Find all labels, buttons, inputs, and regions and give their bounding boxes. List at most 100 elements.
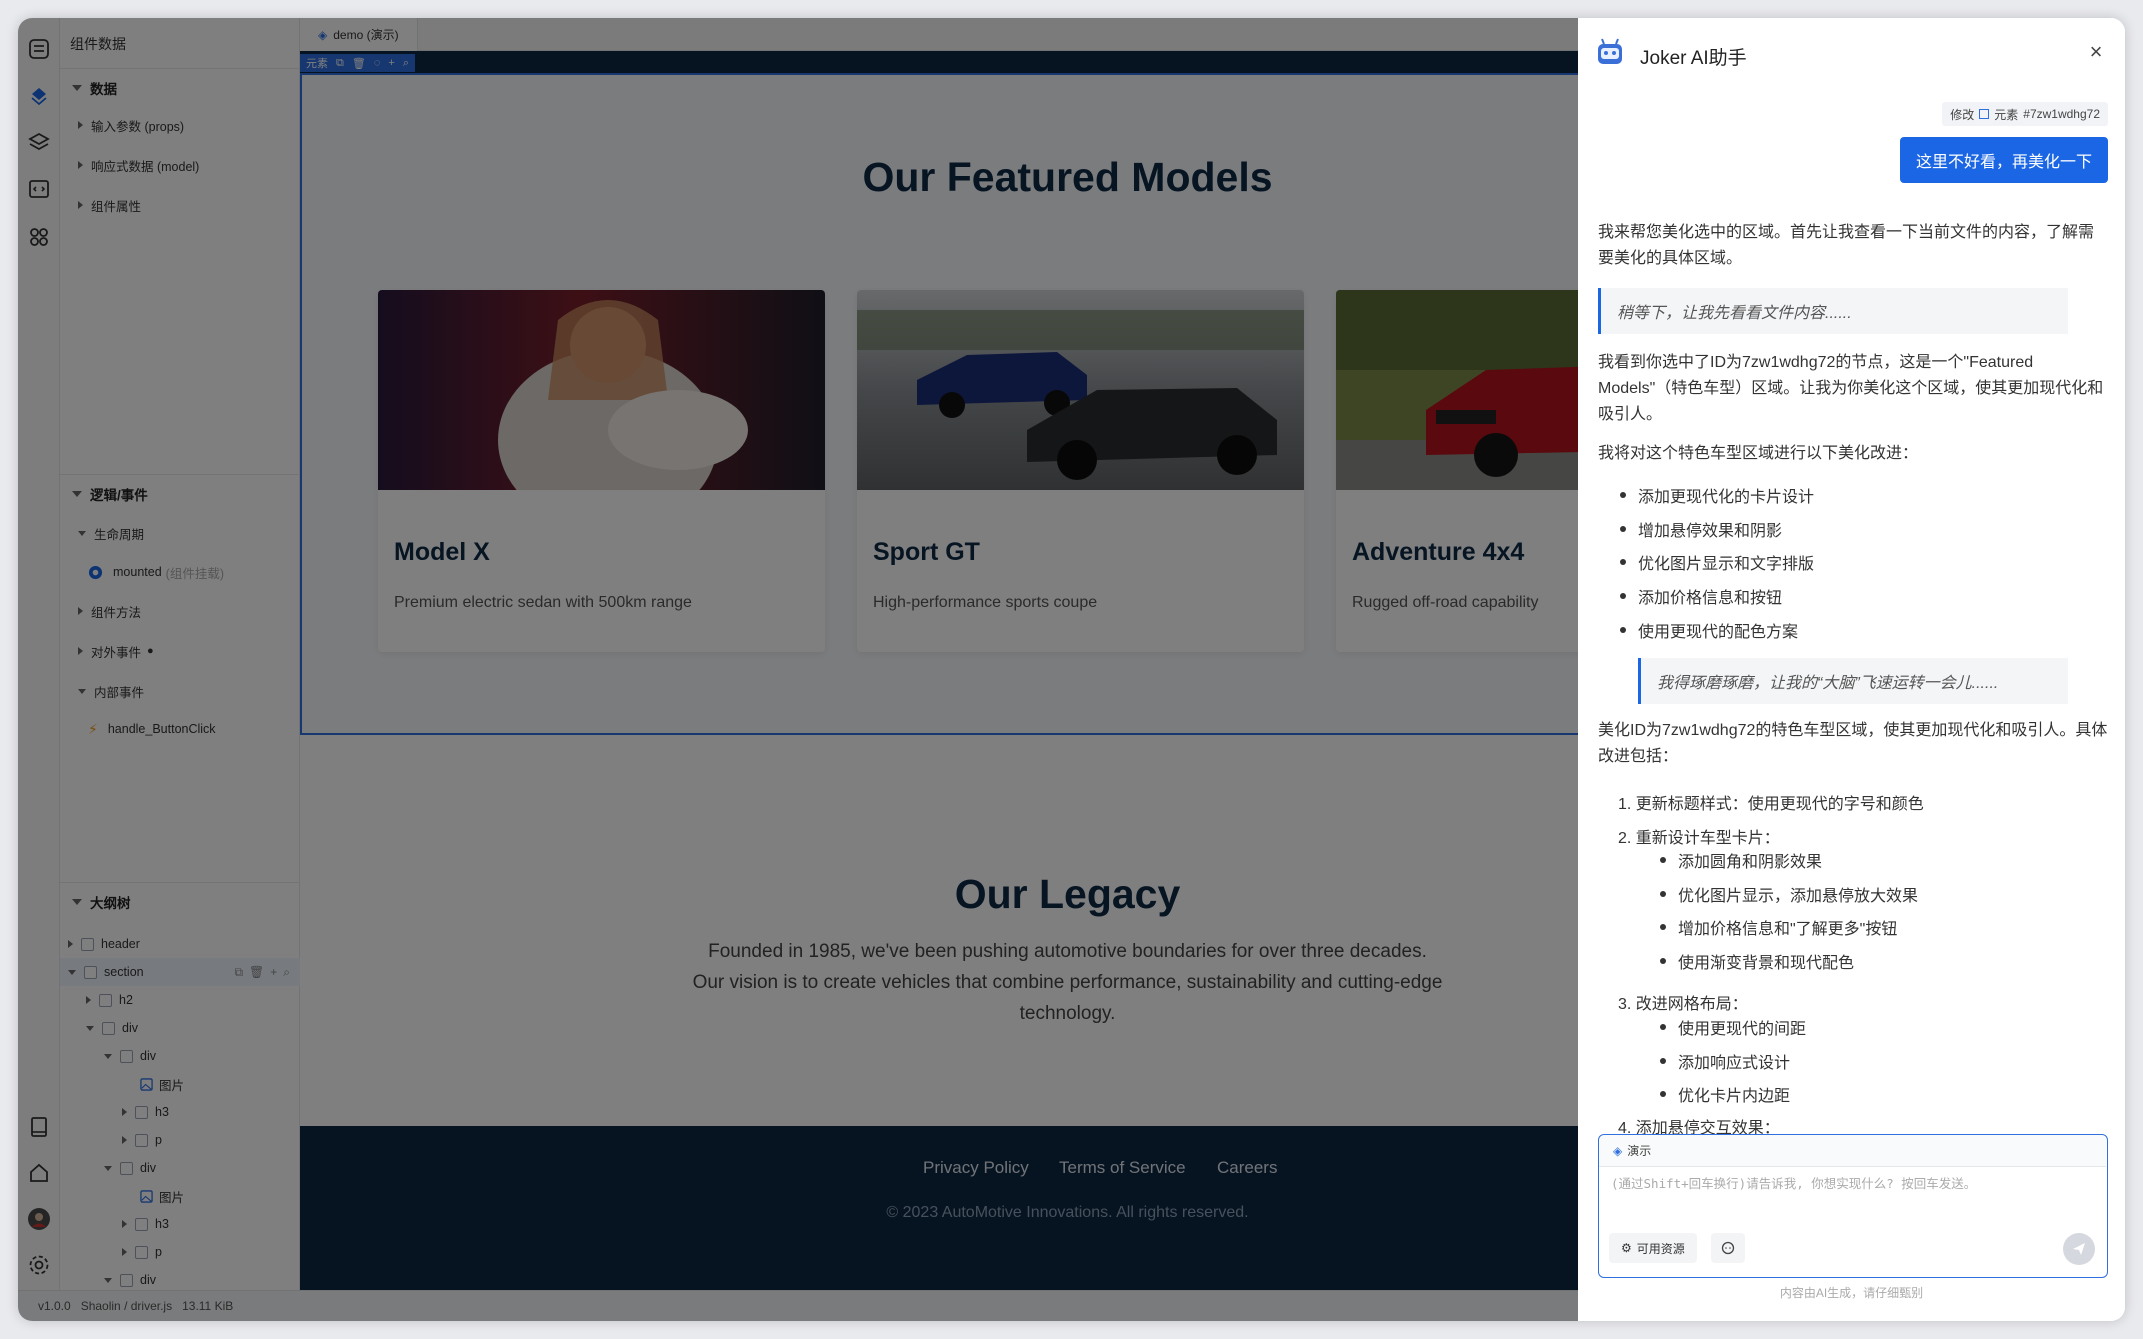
footer-link-privacy[interactable]: Privacy Policy (923, 1158, 1029, 1178)
components-icon[interactable] (26, 224, 52, 250)
card-title: Adventure 4x4 (1352, 538, 1525, 566)
checkbox[interactable] (84, 965, 97, 979)
send-icon (2073, 1243, 2085, 1255)
tab-demo[interactable]: ◈ demo (演示) (300, 18, 418, 51)
list-item: 优化卡片内边距 (1660, 1082, 1790, 1106)
tree-node-h2[interactable]: h2 (60, 986, 300, 1014)
tree-node-h3[interactable]: h3 (60, 1098, 300, 1126)
tree-node-image[interactable]: 图片 (60, 1182, 300, 1210)
delete-icon[interactable]: 🗑 (249, 965, 264, 980)
checkbox[interactable] (135, 1217, 148, 1231)
data-item-props[interactable]: 输入参数 (props) (60, 112, 300, 138)
list-item: 优化图片显示，添加悬停放大效果 (1660, 882, 1918, 906)
model-card[interactable]: Sport GT High-performance sports coupe (857, 290, 1304, 652)
tab-bar: ◈ demo (演示) (300, 18, 1578, 51)
list-item: 使用更现代的间距 (1660, 1015, 1806, 1039)
tree-node-div[interactable]: div (60, 1014, 300, 1042)
tree-node-p[interactable]: p (60, 1126, 300, 1154)
chevron-down-icon (78, 530, 86, 536)
search-icon[interactable]: ⌕ (403, 57, 409, 70)
element-icon (1979, 109, 1990, 119)
data-item-model[interactable]: 响应式数据 (model) (60, 152, 300, 178)
version-label: v1.0.0 (38, 1299, 71, 1313)
checkbox[interactable] (135, 1133, 148, 1147)
tree-node-div[interactable]: div (60, 1042, 300, 1070)
settings-icon[interactable] (26, 1252, 52, 1278)
checkbox[interactable] (81, 937, 94, 951)
checkbox[interactable] (99, 993, 112, 1007)
chat-bubble-button[interactable] (1711, 1233, 1745, 1263)
design-canvas[interactable]: ◈ demo (演示) 元素 ⧉ 🗑 ◌ + ⌕ Our Featured Mo… (300, 18, 1578, 1290)
model-image (857, 290, 1304, 490)
data-section-header[interactable]: 数据 (60, 68, 300, 106)
selection-toolbar: 元素 ⧉ 🗑 ◌ + ⌕ (300, 54, 415, 72)
data-item-attrs[interactable]: 组件属性 (60, 192, 300, 218)
close-icon[interactable]: × (2084, 39, 2108, 64)
chevron-right-icon (86, 996, 91, 1004)
book-icon[interactable] (26, 1114, 52, 1140)
chevron-down-icon (104, 1277, 112, 1283)
image-icon (140, 1189, 153, 1203)
tree-node-image[interactable]: 图片 (60, 1070, 300, 1098)
search-icon[interactable]: ⌕ (283, 965, 290, 980)
delete-icon[interactable]: 🗑 (352, 57, 366, 70)
handler-item[interactable]: ⚡ handle_ButtonClick (60, 716, 300, 742)
chevron-right-icon (78, 161, 83, 169)
checkbox[interactable] (135, 1105, 148, 1119)
layout-icon[interactable] (26, 36, 52, 62)
tree-node-div[interactable]: div (60, 1154, 300, 1182)
home-icon[interactable] (26, 1160, 52, 1186)
chat-input[interactable] (1611, 1173, 2095, 1223)
ai-disclaimer: 内容由AI生成，请仔细甄别 (1779, 1286, 1924, 1300)
add-icon[interactable]: + (270, 965, 277, 980)
checkbox[interactable] (102, 1021, 115, 1035)
thinking-block: 我得琢磨琢磨，让我的“大脑”飞速运转一会儿...... (1638, 658, 2068, 704)
add-icon[interactable]: + (388, 57, 394, 69)
featured-title: Our Featured Models (862, 154, 1273, 200)
status-bar: v1.0.0 Shaolin / driver.js 13.11 KiB (18, 1290, 1578, 1321)
chevron-right-icon (78, 201, 83, 209)
outline-section-header[interactable]: 大纲树 (60, 882, 300, 920)
logic-section-header[interactable]: 逻辑/事件 (60, 474, 300, 512)
legacy-title: Our Legacy (954, 871, 1181, 917)
copy-icon[interactable]: ⧉ (336, 57, 344, 70)
chevron-right-icon (122, 1220, 127, 1228)
tree-node-p[interactable]: p (60, 1238, 300, 1266)
legacy-section[interactable] (300, 737, 1578, 1126)
layers-icon[interactable] (26, 130, 52, 156)
model-card[interactable]: Adventure 4x4 Rugged off-road capability (1336, 290, 1578, 652)
copy-icon[interactable]: ⧉ (234, 965, 243, 980)
user-message: 这里不好看，再美化一下 (1899, 137, 2108, 183)
context-chip[interactable]: ◈ 演示 (1599, 1135, 2106, 1167)
checkbox[interactable] (120, 1161, 133, 1175)
avatar[interactable] (26, 1206, 52, 1232)
external-events-item[interactable]: 对外事件 ● (60, 638, 300, 664)
tree-node-header[interactable]: header (60, 930, 300, 958)
chevron-down-icon (72, 84, 82, 91)
ai-icon[interactable]: ◌ (374, 57, 381, 69)
site-header[interactable] (300, 51, 1578, 73)
tree-node-section[interactable]: section ⧉ 🗑 + ⌕ (60, 958, 300, 986)
mounted-hook[interactable]: mounted (组件挂载) (60, 559, 300, 585)
code-icon[interactable] (26, 176, 52, 202)
send-button[interactable] (2063, 1233, 2095, 1265)
context-tag: 修改 元素 #7zw1wdhg72 (1942, 102, 2108, 126)
data-icon[interactable] (26, 84, 52, 110)
resources-button[interactable]: ⚙ 可用资源 (1609, 1233, 1697, 1263)
lifecycle-item[interactable]: 生命周期 (60, 520, 300, 546)
internal-events-item[interactable]: 内部事件 (60, 678, 300, 704)
card-desc: Premium electric sedan with 500km range (394, 594, 692, 611)
footer-link-terms[interactable]: Terms of Service (1059, 1158, 1186, 1178)
ai-panel-header: Joker AI助手 × (1578, 18, 2125, 88)
model-card[interactable]: Model X Premium electric sedan with 500k… (378, 290, 825, 652)
footer-link-careers[interactable]: Careers (1217, 1158, 1277, 1178)
tree-node-h3[interactable]: h3 (60, 1210, 300, 1238)
checkbox[interactable] (120, 1049, 133, 1063)
methods-item[interactable]: 组件方法 (60, 598, 300, 624)
app-window: 组件数据 数据 输入参数 (props) 响应式数据 (model) 组件属性 … (18, 18, 2125, 1321)
chevron-right-icon (78, 607, 83, 615)
model-image (378, 290, 825, 490)
checkbox[interactable] (135, 1245, 148, 1259)
chevron-right-icon (122, 1248, 127, 1256)
checkbox[interactable] (120, 1273, 133, 1287)
